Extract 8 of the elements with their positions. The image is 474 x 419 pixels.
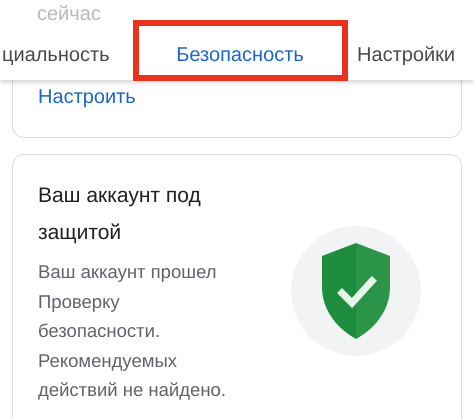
tab[interactable]: Безопасность	[135, 30, 345, 80]
customize-link[interactable]: Настроить	[38, 86, 136, 108]
card-title: Ваш аккаунт под защитой	[38, 183, 202, 246]
tab[interactable]: циальность	[0, 30, 135, 80]
card-description: Ваш аккаунт прошел Проверку безопасности. Рекомендуемых действий не найдено.	[38, 260, 227, 402]
faded-text: сейчас	[37, 3, 101, 25]
tab[interactable]: Настройки	[345, 30, 474, 80]
shield-check-icon	[322, 242, 390, 339]
